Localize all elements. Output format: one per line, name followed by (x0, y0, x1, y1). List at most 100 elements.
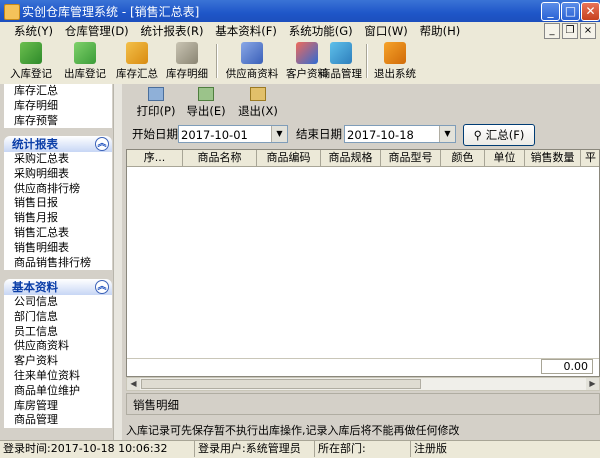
nav-employee-info[interactable]: 员工信息 (4, 325, 112, 340)
scroll-right-icon[interactable]: ▶ (586, 378, 599, 390)
stats-section-title: 统计报表 (12, 137, 58, 151)
end-date-label: 结束日期 (296, 127, 342, 141)
inventory-summary-button[interactable]: 库存汇总 (112, 42, 162, 82)
col-goods-name[interactable]: 商品名称 (183, 150, 257, 166)
nav-customer-info[interactable]: 客户资料 (4, 354, 112, 369)
stock-out-label: 出库登记 (64, 68, 106, 80)
collapse-icon[interactable]: ︽ (95, 280, 109, 294)
mdi-restore-icon[interactable]: ❐ (562, 23, 578, 39)
notice-text: 入库记录可先保存暂不执行出库操作,记录入库后将不能再做任何修改 (126, 424, 460, 437)
nav-department-info[interactable]: 部门信息 (4, 310, 112, 325)
summary-button[interactable]: ⚲ 汇总(F) (463, 124, 535, 146)
nav-purchase-detail[interactable]: 采购明细表 (4, 167, 112, 182)
goods-manage-button[interactable]: 商品管理 (316, 42, 366, 82)
start-date-picker[interactable]: 2017-10-01 ▼ (178, 125, 288, 143)
stock-out-icon (74, 42, 96, 64)
stats-group-items: 采购汇总表 采购明细表 供应商排行榜 销售日报 销售月报 销售汇总表 销售明细表… (4, 152, 112, 271)
col-goods-spec[interactable]: 商品规格 (321, 150, 381, 166)
basic-section-title: 基本资料 (12, 280, 58, 294)
nav-unit-maintenance[interactable]: 商品单位维护 (4, 384, 112, 399)
inventory-detail-icon (176, 42, 198, 64)
export-button[interactable]: 导出(E) (184, 86, 228, 118)
maximize-icon[interactable]: □ (561, 2, 580, 21)
end-date-picker[interactable]: 2017-10-18 ▼ (344, 125, 456, 143)
title-bar: 实创仓库管理系统 - [销售汇总表] _ □ ✕ (0, 0, 600, 22)
navigation-scrollbar[interactable] (113, 84, 122, 440)
nav-warehouse-manage[interactable]: 库房管理 (4, 399, 112, 414)
supplier-info-button[interactable]: 供应商资料 (224, 42, 280, 82)
tab-sales-detail[interactable]: 销售明细 (133, 397, 179, 413)
grid-total-value: 0.00 (541, 359, 593, 374)
col-goods-code[interactable]: 商品编码 (257, 150, 321, 166)
report-toolbar: 打印(P) 导出(E) 退出(X) (128, 86, 598, 118)
scroll-left-icon[interactable]: ◀ (127, 378, 140, 390)
status-user: 登录用户:系统管理员 (195, 441, 315, 457)
chevron-down-icon[interactable]: ▼ (439, 126, 455, 142)
nav-purchase-summary[interactable]: 采购汇总表 (4, 152, 112, 167)
summary-label: 汇总(F) (485, 128, 525, 142)
stock-out-button[interactable]: 出库登记 (60, 42, 110, 82)
user-label: 登录用户: (198, 442, 246, 455)
menu-functions[interactable]: 系统功能(G) (285, 22, 357, 40)
start-date-label: 开始日期 (132, 127, 178, 141)
supplier-icon (241, 42, 263, 64)
nav-supplier-info[interactable]: 供应商资料 (4, 339, 112, 354)
nav-goods-manage[interactable]: 商品管理 (4, 413, 112, 428)
status-login-time: 登录时间:2017-10-18 10:06:32 (0, 441, 195, 457)
export-icon (198, 87, 214, 101)
close-icon[interactable]: ✕ (581, 2, 600, 21)
col-seq[interactable]: 序... (127, 150, 183, 166)
nav-inventory-summary[interactable]: 库存汇总 (4, 84, 112, 99)
status-department: 所在部门: (315, 441, 411, 457)
col-unit[interactable]: 单位 (485, 150, 525, 166)
scrollbar-thumb[interactable] (141, 379, 421, 389)
menu-help[interactable]: 帮助(H) (416, 22, 465, 40)
menu-reports[interactable]: 统计报表(R) (136, 22, 207, 40)
stats-section-header[interactable]: 统计报表 ︽ (4, 136, 112, 152)
navigation-panel: 库存汇总 库存明细 库存预警 统计报表 ︽ 采购汇总表 采购明细表 供应商排行榜… (0, 84, 120, 440)
exit-system-button[interactable]: 退出系统 (370, 42, 420, 82)
menu-warehouse[interactable]: 仓库管理(D) (61, 22, 133, 40)
nav-inventory-detail[interactable]: 库存明细 (4, 99, 112, 114)
goods-manage-label: 商品管理 (320, 68, 362, 80)
basic-section-header[interactable]: 基本资料 ︽ (4, 279, 112, 295)
grid-horizontal-scrollbar[interactable]: ◀ ▶ (126, 377, 600, 391)
export-label: 导出(E) (186, 104, 226, 118)
window-title: 实创仓库管理系统 - [销售汇总表] (22, 5, 200, 19)
start-date-value: 2017-10-01 (181, 128, 248, 142)
menu-system[interactable]: 系统(Y) (10, 22, 57, 40)
col-color[interactable]: 颜色 (441, 150, 485, 166)
menu-window[interactable]: 窗口(W) (360, 22, 411, 40)
stock-in-button[interactable]: 入库登记 (6, 42, 56, 82)
col-sales-qty[interactable]: 销售数量 (525, 150, 581, 166)
nav-supplier-ranking[interactable]: 供应商排行榜 (4, 182, 112, 197)
status-registration: 注册版 (411, 441, 600, 457)
menu-bar: 系统(Y) 仓库管理(D) 统计报表(R) 基本资料(F) 系统功能(G) 窗口… (0, 22, 600, 41)
col-goods-model[interactable]: 商品型号 (381, 150, 441, 166)
sales-summary-grid[interactable]: 序... 商品名称 商品编码 商品规格 商品型号 颜色 单位 销售数量 平 0.… (126, 149, 600, 377)
minimize-icon[interactable]: _ (541, 2, 560, 21)
nav-sales-monthly[interactable]: 销售月报 (4, 211, 112, 226)
chevron-down-icon[interactable]: ▼ (271, 126, 287, 142)
mdi-close-icon[interactable]: × (580, 23, 596, 39)
end-date-value: 2017-10-18 (347, 128, 414, 142)
nav-sales-daily[interactable]: 销售日报 (4, 196, 112, 211)
col-avg[interactable]: 平 (581, 150, 599, 166)
mdi-minimize-icon[interactable]: _ (544, 23, 560, 39)
login-time-label: 登录时间: (3, 442, 51, 455)
registration-value: 注册版 (414, 442, 447, 455)
collapse-icon[interactable]: ︽ (95, 137, 109, 151)
nav-sales-detail[interactable]: 销售明细表 (4, 241, 112, 256)
inventory-detail-button[interactable]: 库存明细 (162, 42, 212, 82)
nav-goods-sales-ranking[interactable]: 商品销售排行榜 (4, 256, 112, 271)
print-button[interactable]: 打印(P) (134, 86, 178, 118)
grid-header: 序... 商品名称 商品编码 商品规格 商品型号 颜色 单位 销售数量 平 (127, 150, 599, 167)
exit-button[interactable]: 退出(X) (236, 86, 280, 118)
grid-summary-row: 0.00 (127, 358, 599, 375)
nav-sales-summary[interactable]: 销售汇总表 (4, 226, 112, 241)
login-time-value: 2017-10-18 10:06:32 (50, 442, 168, 455)
menu-basic-info[interactable]: 基本资料(F) (211, 22, 281, 40)
nav-inventory-alert[interactable]: 库存预警 (4, 114, 112, 129)
nav-company-info[interactable]: 公司信息 (4, 295, 112, 310)
nav-partner-info[interactable]: 往来单位资料 (4, 369, 112, 384)
